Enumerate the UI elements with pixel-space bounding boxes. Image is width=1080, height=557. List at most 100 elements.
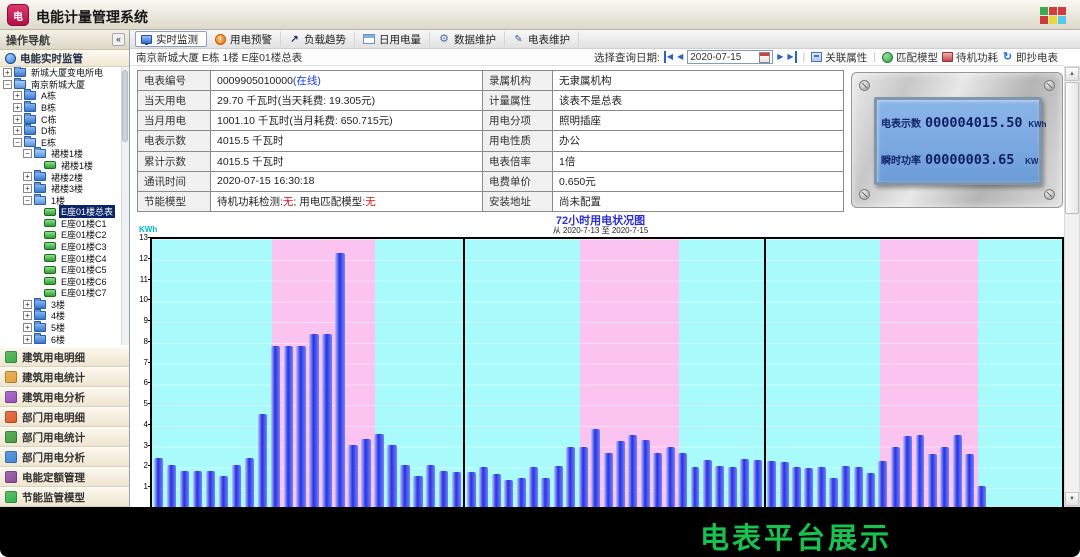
tree-node[interactable]: E座01楼C3: [0, 241, 121, 253]
row-label: 节能模型: [138, 192, 211, 212]
bar-slot: [652, 239, 664, 507]
usage-bar: [479, 467, 488, 507]
tree-node[interactable]: E座01楼总表: [0, 206, 121, 218]
usage-bar: [878, 461, 887, 507]
building-usage-analysis-icon: [5, 391, 17, 403]
expand-toggle-icon[interactable]: +: [23, 323, 32, 332]
tree-scrollbar-thumb[interactable]: [122, 70, 128, 142]
tree-node[interactable]: +5楼: [0, 322, 121, 334]
tree-node[interactable]: E座01楼C1: [0, 218, 121, 230]
collapse-toggle-icon[interactable]: −: [13, 138, 22, 147]
expand-toggle-icon[interactable]: +: [13, 103, 22, 112]
app-window: 电 电能计量管理系统 操作导航 电能实时监管 +新城大厦变电所电−南京新城大厦+…: [0, 0, 1080, 557]
accordion-item[interactable]: 节能监管模型: [0, 487, 129, 507]
tree-node[interactable]: E座01楼C4: [0, 252, 121, 264]
usage-bar: [387, 445, 396, 507]
collapse-toggle-icon[interactable]: −: [23, 196, 32, 205]
y-axis-tick-label: 13: [137, 233, 148, 242]
read-meter-now-button[interactable]: 即抄电表: [1002, 50, 1058, 65]
collapse-toggle-icon[interactable]: −: [3, 80, 12, 89]
lcd-power-unit: KW: [1014, 157, 1038, 166]
toolbar-button-meter-maintain[interactable]: 电表维护: [507, 31, 579, 47]
prev-date-button[interactable]: [677, 51, 683, 63]
online-status-link[interactable]: (在线): [293, 73, 321, 88]
toolbar-button-data-maintain[interactable]: 数据维护: [432, 31, 505, 47]
tree-node[interactable]: −E栋: [0, 136, 121, 148]
tree-node[interactable]: +C栋: [0, 113, 121, 125]
expand-toggle-icon[interactable]: +: [3, 68, 12, 77]
bar-slot: [243, 239, 256, 507]
expand-toggle-icon[interactable]: +: [23, 184, 32, 193]
content-scrollbar[interactable]: ▲ ▼: [1064, 66, 1080, 507]
usage-bar: [296, 346, 305, 507]
bar-slot: [334, 239, 347, 507]
theme-picker-icon[interactable]: [1040, 7, 1066, 24]
match-model-button[interactable]: 匹配模型: [882, 50, 938, 65]
toolbar-button-daily-usage[interactable]: 日用电量: [357, 31, 430, 47]
tree-node[interactable]: −1楼: [0, 194, 121, 206]
toolbar-button-realtime[interactable]: 实时监测: [135, 31, 207, 47]
accordion-item[interactable]: 电能定额管理: [0, 467, 129, 487]
tree-node[interactable]: +6楼: [0, 333, 121, 345]
tree-scrollbar[interactable]: [121, 67, 129, 345]
tree-node[interactable]: −南京新城大厦: [0, 79, 121, 91]
accordion-item[interactable]: 建筑用电分析: [0, 387, 129, 407]
tree-node[interactable]: +B栋: [0, 102, 121, 114]
last-date-button[interactable]: [787, 51, 796, 63]
scroll-up-arrow[interactable]: ▲: [1065, 67, 1079, 81]
tree-node[interactable]: +3楼: [0, 299, 121, 311]
lcd-screen: 电表示数 000004015.50 KWh 瞬时功率 00000003.65 K…: [874, 97, 1042, 185]
accordion-item[interactable]: 建筑用电统计: [0, 367, 129, 387]
action-label: 待机功耗: [956, 50, 998, 65]
first-date-button[interactable]: [664, 51, 673, 63]
tree-node[interactable]: +A栋: [0, 90, 121, 102]
panel-realtime-monitor[interactable]: 电能实时监管: [0, 50, 129, 67]
toolbar-button-warning[interactable]: 用电预警: [209, 31, 281, 47]
action-label: 匹配模型: [896, 50, 938, 65]
usage-bar: [728, 467, 737, 507]
accordion-item[interactable]: 部门用电分析: [0, 447, 129, 467]
collapse-sidebar-button[interactable]: [112, 33, 125, 46]
energy-quota-icon: [5, 471, 17, 483]
tree-node[interactable]: E座01楼C6: [0, 275, 121, 287]
next-date-button[interactable]: [777, 51, 783, 63]
accordion-item[interactable]: 部门用电统计: [0, 427, 129, 447]
accordion-item[interactable]: 部门用电明细: [0, 407, 129, 427]
usage-bar: [180, 471, 189, 507]
tree-node[interactable]: +裙楼2楼: [0, 171, 121, 183]
accordion-item[interactable]: 建筑用电明细: [0, 347, 129, 367]
usage-bar: [703, 460, 712, 507]
tree-node[interactable]: E座01楼C7: [0, 287, 121, 299]
tree-node[interactable]: +裙楼3楼: [0, 183, 121, 195]
expand-toggle-icon[interactable]: +: [23, 311, 32, 320]
tree-node[interactable]: +新城大厦变电所电: [0, 67, 121, 79]
table-row: 节能模型待机功耗检测: 无; 用电匹配模型: 无安装地址尚未配置: [138, 192, 844, 212]
tree-node[interactable]: −裙楼1楼: [0, 148, 121, 160]
tree-node[interactable]: 裙楼1楼: [0, 160, 121, 172]
expand-toggle-icon[interactable]: +: [23, 335, 32, 344]
folder-icon: [24, 126, 36, 135]
tree-node[interactable]: E座01楼C2: [0, 229, 121, 241]
tree-node[interactable]: E座01楼C5: [0, 264, 121, 276]
calendar-icon[interactable]: [759, 52, 770, 63]
usage-bar: [940, 447, 949, 507]
tree-node[interactable]: +D栋: [0, 125, 121, 137]
sidebar-accordion: 建筑用电明细建筑用电统计建筑用电分析部门用电明细部门用电统计部门用电分析电能定额…: [0, 347, 129, 507]
row-label: 通讯时间: [138, 172, 211, 192]
expand-toggle-icon[interactable]: +: [13, 115, 22, 124]
date-input[interactable]: 2020-07-15: [687, 50, 773, 64]
content-scrollbar-thumb[interactable]: [1065, 82, 1079, 214]
toolbar-button-label: 数据维护: [454, 32, 496, 47]
expand-toggle-icon[interactable]: +: [23, 300, 32, 309]
row-label: 计量属性: [483, 91, 553, 111]
toolbar-button-load-trend[interactable]: 负载趋势: [283, 31, 355, 47]
tree-node[interactable]: +4楼: [0, 310, 121, 322]
standby-power-button[interactable]: 待机功耗: [942, 50, 998, 65]
scroll-down-arrow[interactable]: ▼: [1065, 492, 1079, 506]
bar-slot: [502, 239, 514, 507]
link-properties-button[interactable]: 关联属性: [811, 50, 867, 65]
expand-toggle-icon[interactable]: +: [13, 126, 22, 135]
expand-toggle-icon[interactable]: +: [23, 172, 32, 181]
expand-toggle-icon[interactable]: +: [13, 91, 22, 100]
collapse-toggle-icon[interactable]: −: [23, 149, 32, 158]
